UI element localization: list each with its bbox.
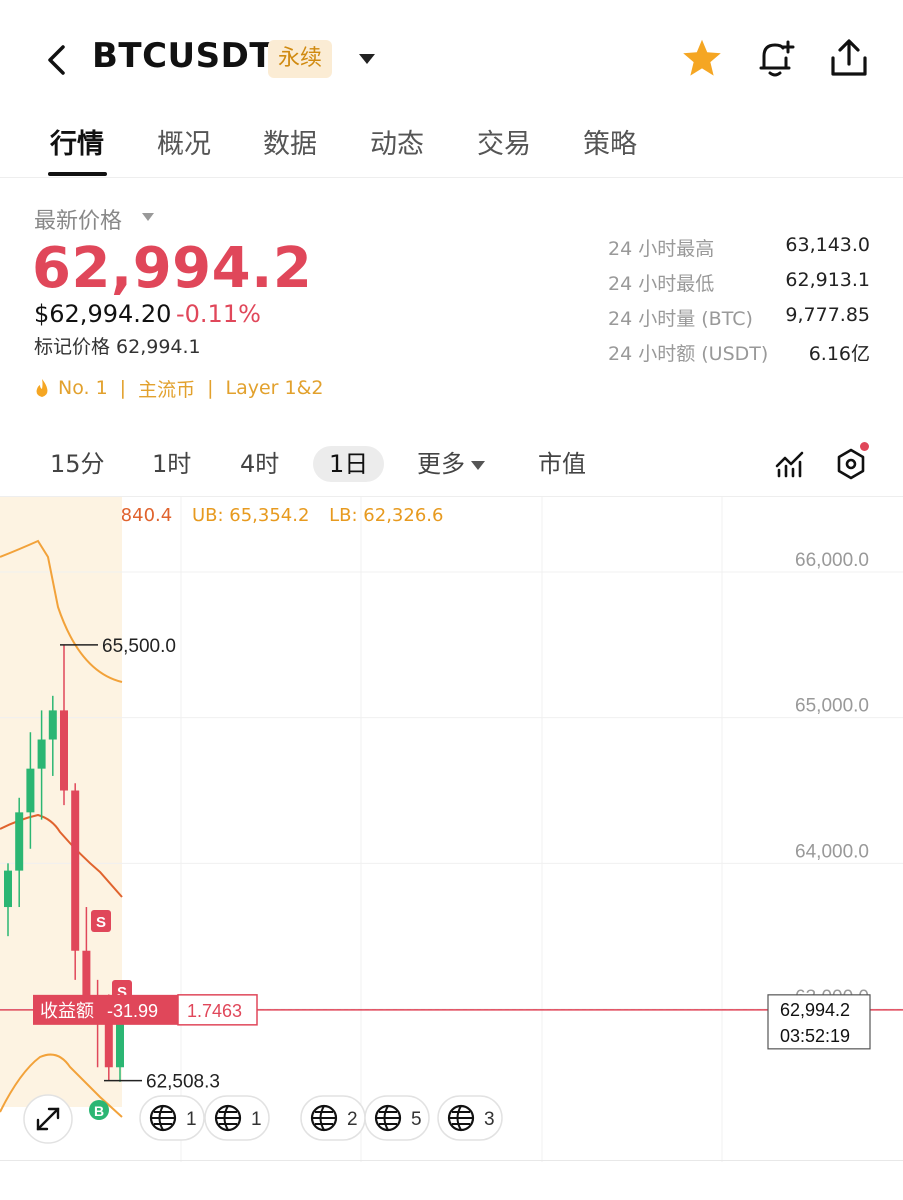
tag-rank[interactable]: No. 1 [58,377,108,399]
indicator-count: 3 [484,1109,495,1130]
high-marker-label: 65,500.0 [102,636,176,657]
stat-value: 6.16亿 [808,343,870,365]
y-tick-label: 66,000.0 [795,550,869,571]
tag-divider: | [119,377,127,399]
price-alert-button[interactable] [753,36,797,80]
buy-marker[interactable]: B [89,1100,109,1120]
notification-dot [860,442,869,451]
tab-market[interactable]: 行情 [50,122,104,161]
svg-text:62,994.2: 62,994.2 [780,1000,850,1020]
latest-price-label[interactable]: 最新价格 [34,203,122,235]
indicator-count: 5 [411,1109,422,1130]
share-button[interactable] [827,36,871,80]
stat-label: 24 小时最低 [608,273,715,295]
stat-row: 24 小时额 (USDT) 6.16亿 [608,339,870,374]
timeframe-4h[interactable]: 4时 [240,446,279,482]
sell-marker[interactable]: S [91,910,111,932]
hexagon-settings-icon [837,448,865,480]
market-cap-tab[interactable]: 市值 [538,446,586,482]
tab-strategy[interactable]: 策略 [583,122,637,161]
indicator-button[interactable]: 2 [300,1095,366,1141]
chart-style-button[interactable] [770,444,810,484]
bell-plus-icon [759,40,795,77]
contract-type-badge: 永续 [268,40,333,78]
svg-text:B: B [94,1103,104,1119]
low-marker-label: 62,508.3 [146,1072,220,1093]
svg-text:1.7463: 1.7463 [187,1001,242,1021]
stat-label: 24 小时最高 [608,238,715,260]
grid [0,497,903,1162]
svg-text:03:52:19: 03:52:19 [780,1026,850,1046]
stat-value: 62,913.1 [785,269,870,291]
mark-price-label: 标记价格 [34,336,111,358]
main-tabs: 行情 概况 数据 动态 交易 策略 [0,112,903,178]
indicator-button[interactable]: 5 [364,1095,430,1141]
stat-value: 9,777.85 [785,304,870,326]
symbol-dropdown-button[interactable] [352,44,382,74]
active-tab-indicator [48,172,107,176]
indicator-button[interactable]: 1 [204,1095,270,1141]
stats-panel: 24 小时最高 63,143.0 24 小时最低 62,913.1 24 小时量 (… [608,234,870,374]
y-tick-label: 64,000.0 [795,841,869,862]
position-pnl-tag[interactable]: 收益额 -31.99 1.7463 [33,994,258,1026]
y-tick-label: 65,000.0 [795,696,869,717]
bottom-divider [0,1160,903,1161]
y-axis-labels: 66,000.065,000.064,000.063,000.0 [795,550,869,1008]
indicator-button[interactable]: 1 [139,1095,205,1141]
candle [71,783,80,980]
caret-down-icon [359,54,375,64]
indicator-count: 2 [347,1109,358,1130]
last-price: 62,994.2 [32,236,313,301]
share-icon [831,39,867,76]
tab-overview[interactable]: 概况 [157,122,211,161]
back-button[interactable] [36,38,76,82]
tag-divider: | [207,377,214,399]
symbol-title[interactable]: BTCUSDT [92,36,273,76]
stat-row: 24 小时最低 62,913.1 [608,269,870,304]
indicator-buttons: 1 1 2 5 3 [139,1095,503,1141]
change-percent: -0.11% [176,300,261,328]
stat-value: 63,143.0 [785,234,870,256]
tag-category[interactable]: 主流币 [138,375,195,402]
tab-data[interactable]: 数据 [263,122,317,161]
svg-text:收益额: 收益额 [40,1001,94,1022]
usd-price: $62,994.20 [34,300,172,328]
tag-layer[interactable]: Layer 1&2 [226,377,324,399]
stat-label: 24 小时量 (BTC) [608,308,753,330]
current-price-tag: 62,994.2 03:52:19 [767,994,871,1050]
timeframe-more-label: 更多 [417,450,465,478]
indicator-count: 1 [186,1109,197,1130]
stat-label: 24 小时额 (USDT) [608,343,769,365]
indicator-count: 1 [251,1109,262,1130]
timeframe-1d[interactable]: 1日 [313,446,385,482]
tag-row: No. 1 | 主流币 | Layer 1&2 [34,373,324,403]
chevron-left-icon [48,45,65,75]
favorite-button[interactable] [680,36,724,80]
top-bar: BTCUSDT 永续 [0,0,903,110]
chart-settings-button[interactable] [831,442,871,484]
fullscreen-button[interactable] [23,1094,73,1144]
tab-trade[interactable]: 交易 [477,122,531,161]
stat-row: 24 小时最高 63,143.0 [608,234,870,269]
timeframe-bar: 15分 1时 4时 1日 更多 市值 [0,440,903,490]
star-icon [683,39,721,76]
tab-feed[interactable]: 动态 [370,122,424,161]
flame-icon [34,378,50,398]
mark-price-row: 标记价格 62,994.1 [34,332,201,359]
stat-row: 24 小时量 (BTC) 9,777.85 [608,304,870,339]
caret-down-icon [471,460,485,470]
chart-line-icon [775,451,804,478]
timeframe-more[interactable]: 更多 [417,446,485,482]
indicator-button[interactable]: 3 [437,1095,503,1141]
timeframe-15m[interactable]: 15分 [50,446,105,482]
svg-text:-31.99: -31.99 [107,1001,158,1021]
svg-text:S: S [96,914,106,931]
mark-price-value: 62,994.1 [116,336,201,358]
caret-down-icon[interactable] [142,213,154,221]
price-chart[interactable]: 66,000.065,000.064,000.063,000.0 65,500.… [0,497,903,1162]
timeframe-1h[interactable]: 1时 [152,446,191,482]
